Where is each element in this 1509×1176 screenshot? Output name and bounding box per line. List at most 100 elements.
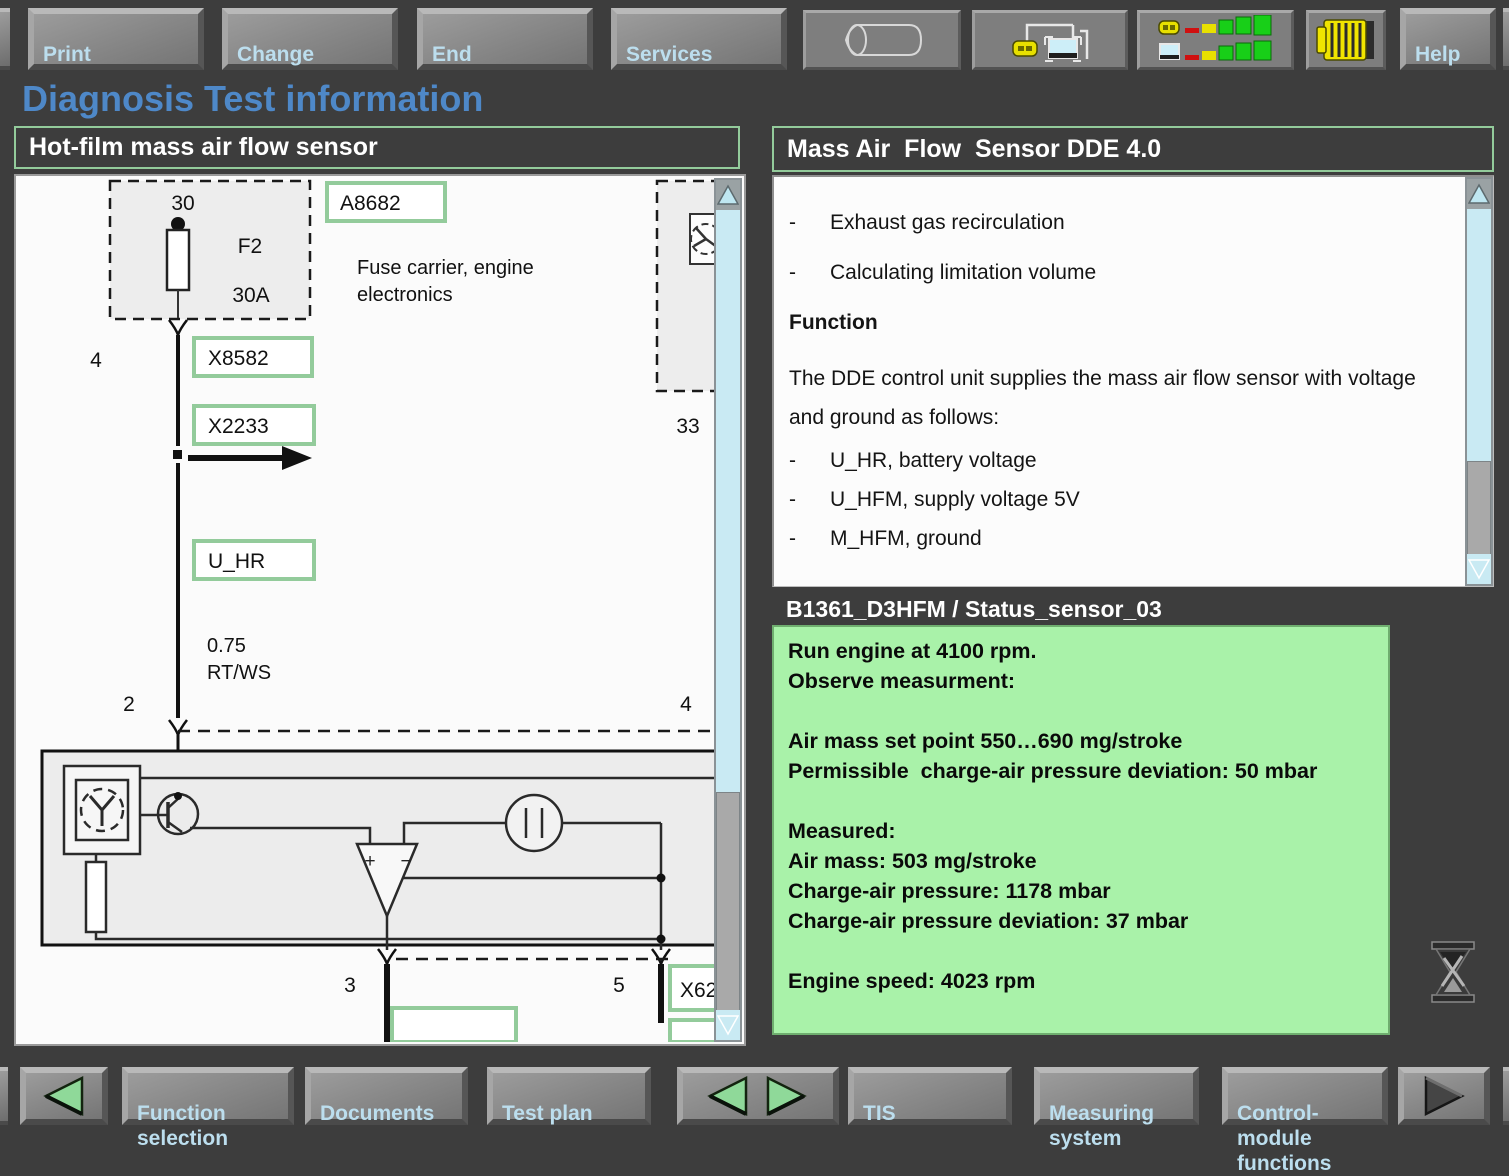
services-button-label: Services bbox=[626, 43, 712, 66]
fuse-rating-label: 30A bbox=[232, 284, 269, 307]
label-box-u-hr[interactable]: U_HR bbox=[194, 541, 314, 579]
info-scroll-up-button[interactable] bbox=[1467, 179, 1491, 209]
help-button[interactable]: Help bbox=[1400, 8, 1496, 70]
status-line: Charge-air pressure deviation: 37 mbar bbox=[788, 906, 1360, 936]
change-button-label: Change bbox=[237, 43, 314, 66]
fuse-carrier-box bbox=[110, 181, 310, 319]
status-line: Air mass: 503 mg/stroke bbox=[788, 846, 1360, 876]
connector-fork-top bbox=[169, 320, 187, 335]
bullet-dash: - bbox=[789, 211, 830, 235]
info-text-panel: - Exhaust gas recirculation - Calculatin… bbox=[772, 175, 1494, 587]
status-line bbox=[788, 696, 1360, 726]
info-scroll-down-button[interactable] bbox=[1467, 554, 1491, 584]
scroll-up-icon bbox=[717, 184, 739, 206]
pin-4-right-label: 4 bbox=[680, 693, 692, 716]
label-box-x62[interactable]: X62 bbox=[670, 966, 718, 1010]
status-line: Run engine at 4100 rpm. bbox=[788, 636, 1360, 666]
end-button[interactable]: End bbox=[417, 8, 593, 70]
wiring-diagram-panel: + − A8682 bbox=[14, 174, 746, 1046]
bottombar-left-edge bbox=[0, 1067, 8, 1125]
svg-text:+: + bbox=[364, 851, 375, 872]
status-measurement-panel: Run engine at 4100 rpm. Observe measurme… bbox=[772, 625, 1390, 1035]
connector-fork-pin5 bbox=[652, 949, 670, 964]
status-line bbox=[788, 786, 1360, 816]
svg-text:X2233: X2233 bbox=[208, 415, 269, 438]
info-scroll-thumb[interactable] bbox=[1467, 461, 1491, 557]
sensor-fan-element bbox=[64, 766, 140, 854]
forward-button[interactable] bbox=[1398, 1067, 1490, 1125]
back-button[interactable] bbox=[20, 1067, 108, 1125]
left-panel-title: Hot-film mass air flow sensor bbox=[29, 133, 378, 162]
status-panel-header: B1361_D3HFM / Status_sensor_03 bbox=[786, 596, 1162, 623]
documents-label: Documents bbox=[320, 1102, 434, 1125]
bullet-dash: - bbox=[789, 261, 830, 285]
svg-text:X8582: X8582 bbox=[208, 347, 269, 370]
pin-4-left-label: 4 bbox=[90, 349, 102, 372]
scroll-up-icon bbox=[1468, 183, 1490, 205]
right-panel-title: Mass Air Flow Sensor DDE 4.0 bbox=[787, 135, 1161, 164]
function-selection-button[interactable]: Function selection bbox=[122, 1067, 294, 1125]
function-selection-label: Function selection bbox=[137, 1102, 228, 1150]
arrow-left-right-icon bbox=[698, 1075, 818, 1117]
fuse-name-label: F2 bbox=[238, 235, 263, 258]
documents-button[interactable]: Documents bbox=[305, 1067, 468, 1125]
control-module-functions-button[interactable]: Control-module functions bbox=[1222, 1067, 1388, 1125]
info-bullet-1-text: Exhaust gas recirculation bbox=[830, 211, 1065, 235]
connection-test-toolbar-button[interactable] bbox=[972, 10, 1128, 70]
status-line: Permissible charge-air pressure deviatio… bbox=[788, 756, 1360, 786]
info-scrollbar[interactable] bbox=[1465, 177, 1493, 586]
diagram-scroll-up-button[interactable] bbox=[716, 180, 740, 210]
status-line: Observe measurment: bbox=[788, 666, 1360, 696]
measuring-system-label: Measuring system bbox=[1049, 1102, 1154, 1150]
fuse-carrier-text-2: electronics bbox=[357, 284, 453, 306]
pin-connector-icon bbox=[1314, 17, 1378, 63]
pin-connector-toolbar-button[interactable] bbox=[1306, 10, 1386, 70]
scroll-down-icon bbox=[717, 1014, 739, 1036]
tis-button[interactable]: TIS bbox=[848, 1067, 1012, 1125]
tis-label: TIS bbox=[863, 1102, 896, 1125]
signal-levels-toolbar-button[interactable] bbox=[1137, 10, 1294, 70]
label-box-x2233[interactable]: X2233 bbox=[194, 406, 314, 444]
change-button[interactable]: Change bbox=[222, 8, 398, 70]
label-box-x8582[interactable]: X8582 bbox=[194, 338, 312, 376]
dis-diagnosis-screen: { "colors":{ "background":"#3d3d3d", "ti… bbox=[0, 0, 1509, 1129]
bullet-dash: - bbox=[789, 448, 830, 474]
measuring-system-button[interactable]: Measuring system bbox=[1034, 1067, 1199, 1125]
status-line bbox=[788, 936, 1360, 966]
label-box-a8682[interactable]: A8682 bbox=[327, 183, 445, 221]
status-line: Charge-air pressure: 1178 mbar bbox=[788, 876, 1360, 906]
sensor-component-box bbox=[657, 181, 718, 391]
print-button[interactable]: Print bbox=[28, 8, 204, 70]
test-plan-button[interactable]: Test plan bbox=[487, 1067, 651, 1125]
arrow-left-icon bbox=[38, 1075, 90, 1117]
toolbar-left-edge bbox=[0, 8, 10, 70]
info-bullet-4-text: U_HFM, supply voltage 5V bbox=[830, 487, 1080, 513]
svg-text:A8682: A8682 bbox=[340, 192, 401, 215]
services-button[interactable]: Services bbox=[611, 8, 787, 70]
print-button-label: Print bbox=[43, 43, 91, 66]
help-button-label: Help bbox=[1415, 43, 1461, 66]
cylinder-toolbar-button[interactable] bbox=[803, 10, 961, 70]
bullet-dash: - bbox=[789, 526, 830, 552]
diagram-scrollbar[interactable] bbox=[714, 178, 742, 1042]
status-line: Air mass set point 550…690 mg/stroke bbox=[788, 726, 1360, 756]
end-button-label: End bbox=[432, 43, 472, 66]
label-box-empty[interactable] bbox=[392, 1008, 516, 1042]
diagram-scroll-thumb[interactable] bbox=[716, 792, 740, 1018]
status-line: Measured: bbox=[788, 816, 1360, 846]
diagram-scroll-down-button[interactable] bbox=[716, 1010, 740, 1040]
page-navigation-button[interactable] bbox=[677, 1067, 839, 1125]
wiring-diagram: + − A8682 bbox=[18, 178, 718, 1042]
control-module-functions-label: Control-module functions bbox=[1237, 1102, 1332, 1175]
wire-size-label: 0.75 bbox=[207, 635, 246, 657]
terminal-30-label: 30 bbox=[171, 192, 194, 215]
pin-3-label: 3 bbox=[344, 974, 356, 997]
bullet-dash: - bbox=[789, 487, 830, 513]
left-panel-header: Hot-film mass air flow sensor bbox=[14, 126, 740, 169]
scroll-down-icon bbox=[1468, 558, 1490, 580]
info-bullet-4: - U_HFM, supply voltage 5V bbox=[789, 487, 1447, 513]
svg-text:U_HR: U_HR bbox=[208, 550, 265, 573]
page-title: Diagnosis Test information bbox=[22, 78, 483, 120]
info-bullet-5-text: M_HFM, ground bbox=[830, 526, 982, 552]
label-box-x62b[interactable] bbox=[670, 1020, 718, 1042]
